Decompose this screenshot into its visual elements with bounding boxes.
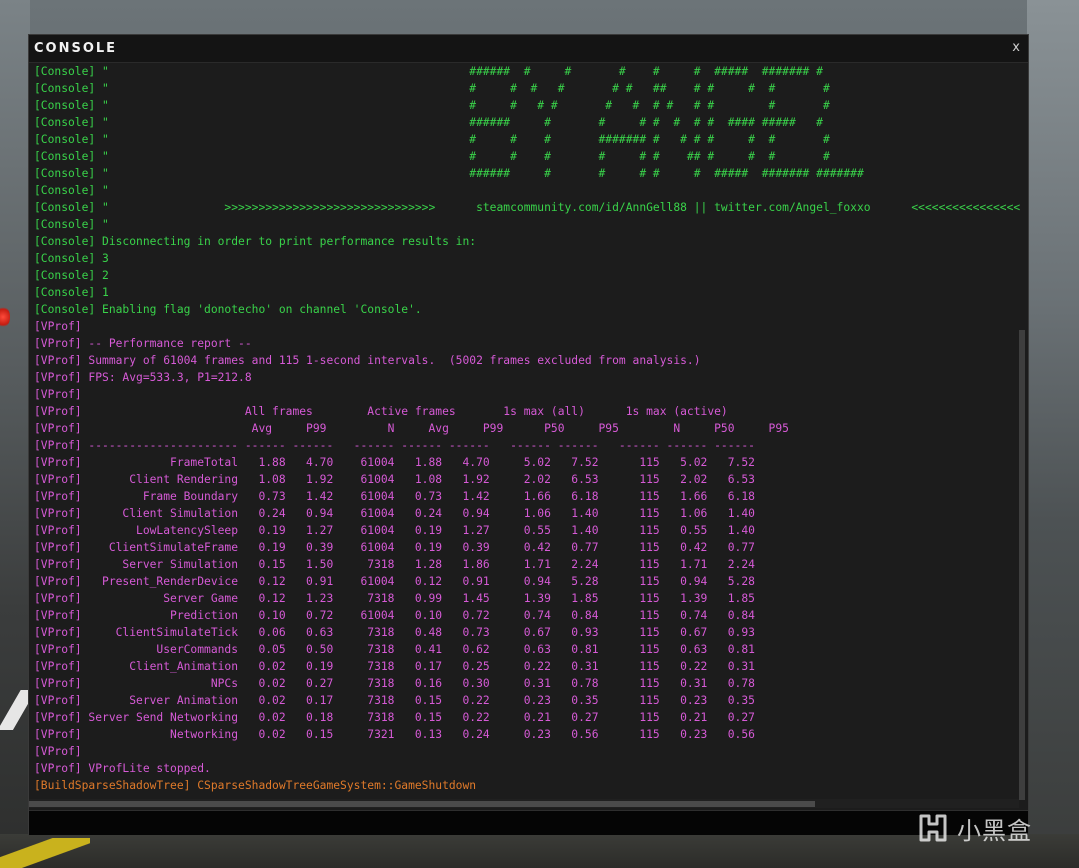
log-line: [VProf] VProfLite stopped. [34, 762, 211, 775]
log-line: [VProf] Client Simulation 0.24 0.94 6100… [34, 507, 755, 520]
log-line: [Console] " [34, 184, 109, 197]
console-window: CONSOLE x [Console] " ###### # # # # # #… [28, 34, 1040, 835]
console-input[interactable] [29, 811, 1040, 835]
log-line: [Console] 1 [34, 286, 109, 299]
log-line: [VProf] All frames Active frames 1s max … [34, 405, 728, 418]
log-line: [VProf] LowLatencySleep 0.19 1.27 61004 … [34, 524, 755, 537]
horizontal-scrollbar-thumb[interactable] [29, 801, 815, 807]
log-line: [VProf] ClientSimulateTick 0.06 0.63 731… [34, 626, 755, 639]
close-button[interactable]: x [1012, 40, 1020, 55]
log-line: [VProf] Networking 0.02 0.15 7321 0.13 0… [34, 728, 755, 741]
log-line: [Console] " # # # ####### # # # # # # # [34, 133, 830, 146]
log-line: [VProf] Present_RenderDevice 0.12 0.91 6… [34, 575, 755, 588]
log-line: [VProf] [34, 388, 82, 401]
log-line: [VProf] UserCommands 0.05 0.50 7318 0.41… [34, 643, 755, 656]
log-line: [Console] " # # # # # # ## # # # # [34, 150, 830, 163]
log-line: [VProf] NPCs 0.02 0.27 7318 0.16 0.30 0.… [34, 677, 755, 690]
log-line: [VProf] Server Animation 0.02 0.17 7318 … [34, 694, 755, 707]
log-line: [Console] " >>>>>>>>>>>>>>>>>>>>>>>>>>>>… [34, 201, 1020, 214]
log-line: [VProf] [34, 320, 82, 333]
log-line: [VProf] Summary of 61004 frames and 115 … [34, 354, 701, 367]
background-left [0, 0, 30, 868]
log-line: [VProf] Frame Boundary 0.73 1.42 61004 0… [34, 490, 755, 503]
log-line: [VProf] Client Rendering 1.08 1.92 61004… [34, 473, 755, 486]
watermark-text: 小黑盒 [957, 816, 1032, 845]
background-right [1027, 0, 1079, 868]
log-line: [VProf] Server Send Networking 0.02 0.18… [34, 711, 755, 724]
log-line: [Console] " ###### # # # # # ##### #####… [34, 65, 823, 78]
log-line: [VProf] ---------------------- ------ --… [34, 439, 755, 452]
log-line: [VProf] -- Performance report -- [34, 337, 252, 350]
log-line: [VProf] ClientSimulateFrame 0.19 0.39 61… [34, 541, 755, 554]
log-line: [VProf] Avg P99 N Avg P99 P50 P95 N P50 … [34, 422, 789, 435]
console-log[interactable]: [Console] " ###### # # # # # ##### #####… [34, 63, 1020, 799]
log-line: [Console] " ###### # # # # # ##### #####… [34, 167, 864, 180]
road-stripe [0, 838, 90, 868]
log-line: [Console] " [34, 218, 109, 231]
log-line: [Console] 3 [34, 252, 109, 265]
console-title: CONSOLE [34, 41, 118, 56]
log-line: [VProf] Server Game 0.12 1.23 7318 0.99 … [34, 592, 755, 605]
log-line: [Console] " ###### # # # # # # # #### ##… [34, 116, 823, 129]
log-line: [VProf] FPS: Avg=533.3, P1=212.8 [34, 371, 252, 384]
log-line: [Console] " # # # # # # # # # # # # [34, 99, 830, 112]
log-line: [VProf] [34, 745, 82, 758]
watermark: 小黑盒 [915, 808, 1032, 848]
console-titlebar[interactable]: CONSOLE x [29, 35, 1028, 63]
heybox-logo-icon [919, 814, 947, 842]
vertical-scrollbar-thumb[interactable] [1019, 330, 1025, 800]
log-line: [Console] 2 [34, 269, 109, 282]
console-input-bar [29, 810, 1040, 835]
log-line: [VProf] FrameTotal 1.88 4.70 61004 1.88 … [34, 456, 755, 469]
log-line: [Console] Disconnecting in order to prin… [34, 235, 477, 248]
road-marking [0, 690, 28, 730]
log-line: [VProf] Client_Animation 0.02 0.19 7318 … [34, 660, 755, 673]
log-line: [BuildSparseShadowTree] CSparseShadowTre… [34, 779, 477, 792]
log-line: [Console] " # # # # # # ## # # # # # [34, 82, 830, 95]
log-line: [VProf] Prediction 0.10 0.72 61004 0.10 … [34, 609, 755, 622]
log-line: [Console] Enabling flag 'donotecho' on c… [34, 303, 422, 316]
log-line: [VProf] Server Simulation 0.15 1.50 7318… [34, 558, 755, 571]
